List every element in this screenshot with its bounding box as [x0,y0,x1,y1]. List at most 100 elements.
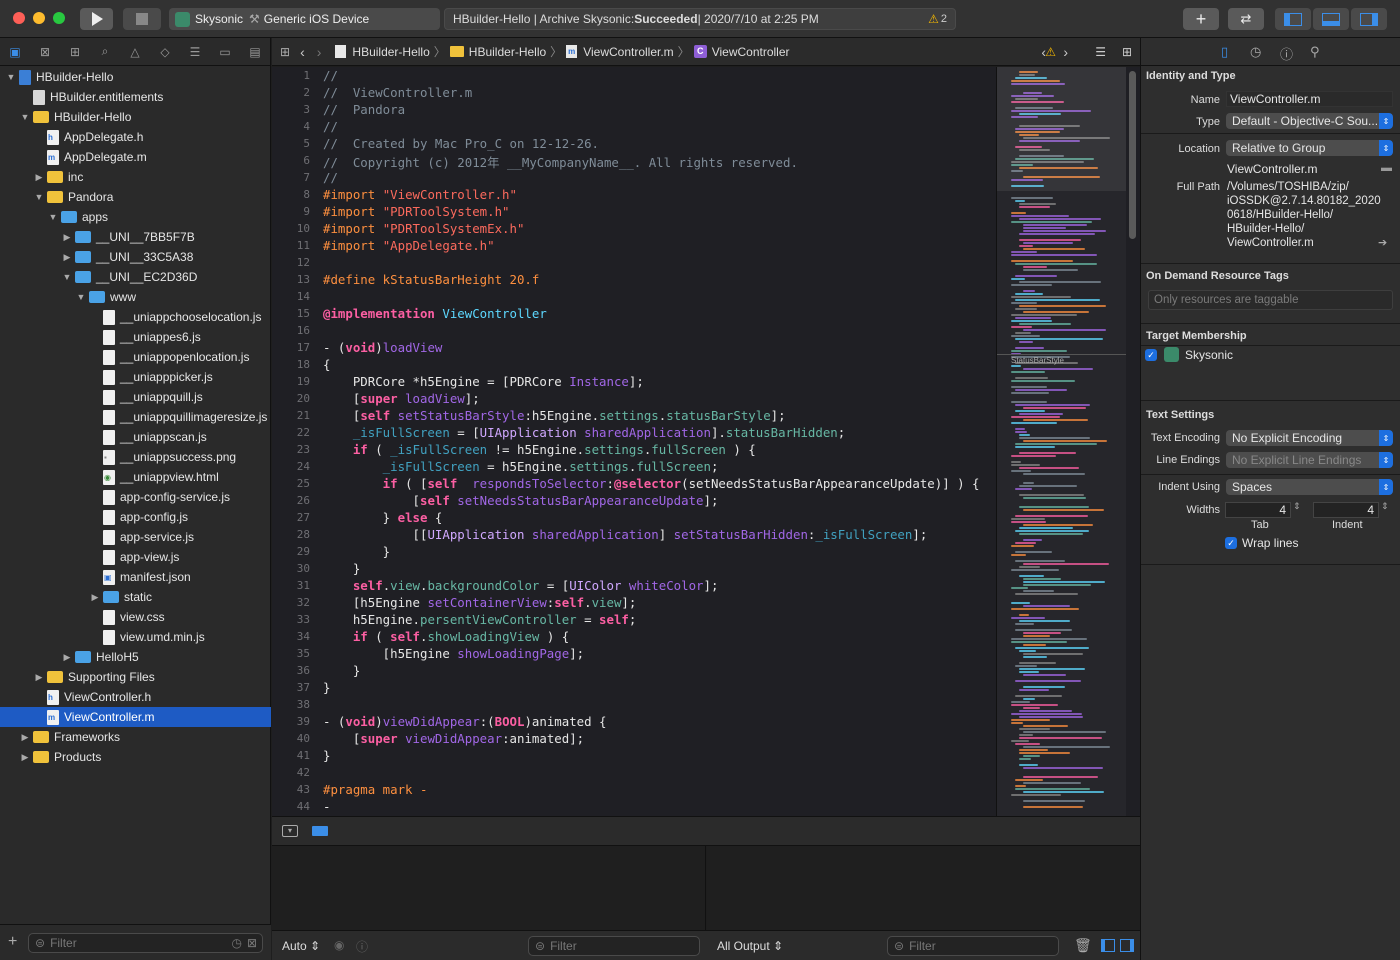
disclosure-open-icon[interactable]: ▼ [20,112,30,122]
indent-using-popup[interactable]: Spaces ⇕ [1226,479,1393,495]
toggle-navigator-button[interactable] [1275,8,1311,30]
target-checkbox[interactable]: ✓ [1145,349,1157,361]
file-tree-row[interactable]: ▣ manifest.json [0,567,271,587]
file-tree-row[interactable]: ▪ __uniappsuccess.png [0,447,271,467]
back-button[interactable]: ‹ [300,44,305,60]
odr-tags-field[interactable]: Only resources are taggable [1148,290,1393,310]
breadcrumb-project[interactable]: HBuilder-Hello [352,45,429,59]
report-navigator-icon[interactable]: ▤ [240,45,270,59]
file-tree-row[interactable]: __uniappscan.js [0,427,271,447]
debug-navigator-icon[interactable]: ☰ [180,45,210,59]
file-tree-row[interactable]: ▶ static [0,587,271,607]
file-tree-row[interactable]: m AppDelegate.m [0,147,271,167]
line-endings-popup[interactable]: No Explicit Line Endings ⇕ [1226,452,1393,468]
file-tree-row[interactable]: __uniappopenlocation.js [0,347,271,367]
file-tree-row[interactable]: __uniappquill.js [0,387,271,407]
split-editor-icon[interactable]: ⊞ [1122,45,1132,59]
test-navigator-icon[interactable]: ◇ [150,45,180,59]
file-tree-row[interactable]: __uniappquillimageresize.js [0,407,271,427]
warning-indicator[interactable]: ⚠ 2 [928,12,947,26]
file-tree-row[interactable]: view.umd.min.js [0,627,271,647]
file-tree-row[interactable]: h ViewController.h [0,687,271,707]
disclosure-closed-icon[interactable]: ▶ [34,172,44,183]
tab-width-stepper[interactable]: ⇕ [1293,501,1301,512]
breakpoints-toggle-icon[interactable] [312,826,328,836]
breadcrumb-file[interactable]: ViewController.m [583,45,673,59]
library-button[interactable]: + [1183,8,1219,30]
disclosure-open-icon[interactable]: ▼ [62,272,72,282]
show-console-icon[interactable] [1120,939,1134,952]
disclosure-open-icon[interactable]: ▼ [48,212,58,222]
info-icon[interactable]: ⓘ [356,938,368,955]
symbol-navigator-icon[interactable]: ⊞ [60,45,90,59]
quick-help-icon[interactable]: ⓘ [1280,44,1293,63]
indent-width-stepper[interactable]: ⇕ [1381,501,1389,512]
next-issue-button[interactable]: › [1063,44,1068,60]
minimap[interactable]: StatusBarStyle [996,67,1126,816]
tab-width-field[interactable]: 4 [1225,502,1291,518]
issue-navigator-icon[interactable]: △ [120,45,150,59]
toggle-inspector-button[interactable] [1351,8,1387,30]
file-type-popup[interactable]: Default - Objective-C Sou... ⇕ [1226,113,1393,129]
run-button[interactable] [80,8,113,30]
file-tree-row[interactable]: ▼ __UNI__EC2D36D [0,267,271,287]
file-tree-row[interactable]: m ViewController.m [0,707,271,727]
reveal-in-finder-icon[interactable]: ➔ [1378,236,1387,249]
minimap-viewport[interactable] [997,67,1126,191]
file-tree-row[interactable]: ▼ www [0,287,271,307]
disclosure-open-icon[interactable]: ▼ [76,292,86,302]
file-tree-row[interactable]: app-service.js [0,527,271,547]
file-tree-row[interactable]: view.css [0,607,271,627]
editor-scrollbar[interactable] [1126,67,1140,816]
file-tree-row[interactable]: ▶ Supporting Files [0,667,271,687]
source-editor[interactable]: 1 2 3 4 5 6 7 8 9 10 11 12 13 14 15 16 17 18 19 20 21 22 23 24 2… [272,67,996,816]
encoding-popup[interactable]: No Explicit Encoding ⇕ [1226,430,1393,446]
file-tree-row[interactable]: ▶ HelloH5 [0,647,271,667]
disclosure-closed-icon[interactable]: ▶ [62,652,72,663]
variables-view[interactable] [272,846,706,930]
wrap-lines-checkbox[interactable]: ✓ [1225,537,1237,549]
quick-look-icon[interactable]: ◉ [334,938,344,952]
file-tree-row[interactable]: ▶ inc [0,167,271,187]
breadcrumb-symbol[interactable]: ViewController [712,45,790,59]
scrollbar-thumb[interactable] [1129,71,1136,239]
variables-filter-field[interactable]: ⊜ Filter [528,936,700,956]
file-tree-row[interactable]: ▼ HBuilder-Hello [0,107,271,127]
find-icon[interactable]: ⌕ [90,44,120,59]
project-navigator-icon[interactable]: ▣ [0,45,30,59]
indent-width-field[interactable]: 4 [1313,502,1379,518]
scheme-selector[interactable]: Skysonic ⚒ Generic iOS Device [169,8,440,30]
show-variables-icon[interactable] [1101,939,1115,952]
file-tree-row[interactable]: HBuilder.entitlements [0,87,271,107]
forward-button[interactable]: › [317,44,322,60]
file-tree-row[interactable]: __uniapppicker.js [0,367,271,387]
file-inspector-icon[interactable]: ▯ [1221,44,1228,60]
disclosure-closed-icon[interactable]: ▶ [90,592,100,603]
related-items-icon[interactable]: ⊞ [280,45,290,59]
minimize-window-button[interactable] [33,12,45,24]
code-review-button[interactable]: ⇄ [1228,8,1264,30]
zoom-window-button[interactable] [53,12,65,24]
breakpoint-navigator-icon[interactable]: ▭ [210,45,240,59]
disclosure-open-icon[interactable]: ▼ [6,72,16,82]
add-file-button[interactable]: + [8,933,17,951]
navigator-filter-field[interactable]: ⊜ Filter ◷ ⊠ [28,933,263,953]
source-control-icon[interactable]: ⊠ [30,45,60,59]
file-tree-row[interactable]: ▼ HBuilder-Hello [0,67,271,87]
issue-warning-icon[interactable]: ⚠ [1045,45,1056,59]
file-tree-row[interactable]: ▶ Products [0,747,271,767]
file-tree-row[interactable]: ▶ Frameworks [0,727,271,747]
file-tree-row[interactable]: __uniappchooselocation.js [0,307,271,327]
name-field[interactable]: ViewController.m [1226,91,1393,107]
file-tree-row[interactable]: app-config-service.js [0,487,271,507]
console-filter-field[interactable]: ⊜ Filter [887,936,1059,956]
file-tree-row[interactable]: __uniappes6.js [0,327,271,347]
file-tree-row[interactable]: ▶ __UNI__33C5A38 [0,247,271,267]
file-tree-row[interactable]: ▼ Pandora [0,187,271,207]
file-tree-row[interactable]: ▼ apps [0,207,271,227]
variables-scope-popup[interactable]: Auto ⇕ [282,939,320,953]
disclosure-closed-icon[interactable]: ▶ [62,232,72,243]
close-window-button[interactable] [13,12,25,24]
console-view[interactable] [707,846,1140,930]
disclosure-closed-icon[interactable]: ▶ [62,252,72,263]
